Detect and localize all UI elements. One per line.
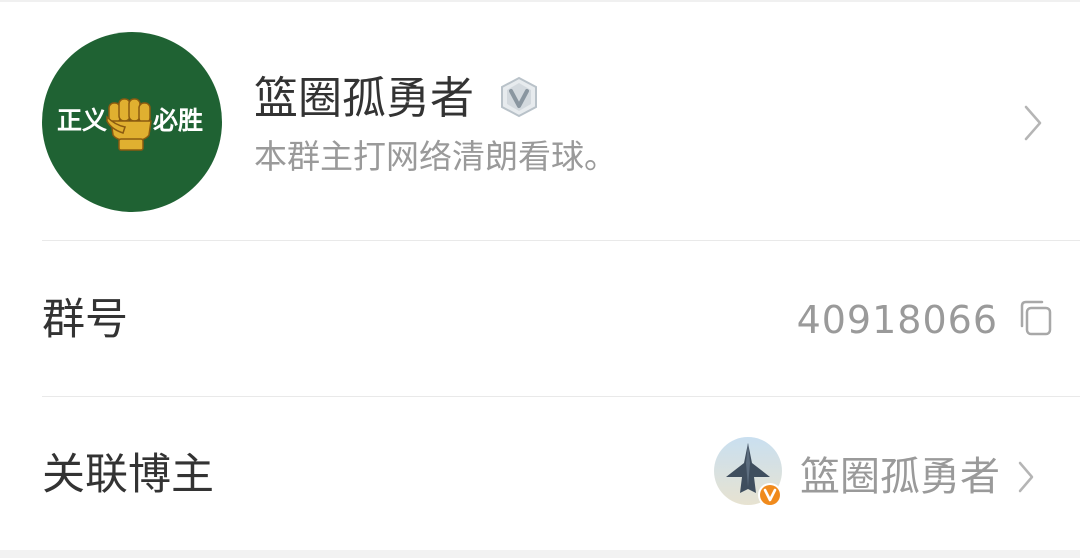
row-divider	[42, 396, 1080, 397]
group-id-value: 40918066	[796, 298, 998, 342]
copy-icon[interactable]	[1014, 298, 1054, 338]
group-info-panel: 正义 必胜 篮圈孤勇者 本群主打网络清朗看球。 群号 40918066 关联博主…	[0, 0, 1080, 558]
group-name: 篮圈孤勇者	[254, 73, 474, 124]
linked-blogger-label: 关联博主	[42, 450, 214, 500]
fist-icon	[106, 98, 152, 151]
chevron-right-icon[interactable]	[1022, 103, 1044, 143]
avatar-text-right: 必胜	[153, 106, 204, 135]
verified-v-icon	[501, 76, 537, 118]
linked-blogger-name: 篮圈孤勇者	[800, 454, 1000, 500]
row-divider	[42, 240, 1080, 241]
blogger-avatar[interactable]	[714, 437, 786, 509]
group-description: 本群主打网络清朗看球。	[254, 137, 617, 176]
section-separator	[0, 550, 1080, 558]
chevron-right-icon[interactable]	[1016, 459, 1036, 495]
group-avatar[interactable]: 正义 必胜	[42, 32, 222, 212]
group-id-label: 群号	[42, 295, 128, 345]
avatar-text-left: 正义	[57, 106, 108, 135]
group-header-row[interactable]: 正义 必胜 篮圈孤勇者 本群主打网络清朗看球。	[0, 2, 1080, 240]
